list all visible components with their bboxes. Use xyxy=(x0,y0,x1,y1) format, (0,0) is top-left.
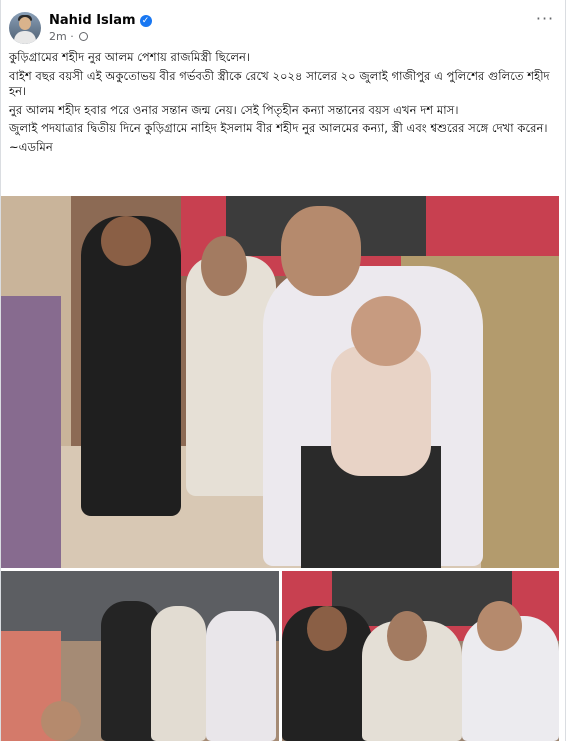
author-avatar[interactable] xyxy=(9,12,41,44)
post-header: Nahid Islam ✓ 2m · ··· xyxy=(9,11,557,46)
post-paragraph-1: কুড়িগ্রামের শহীদ নুর আলম পেশায় রাজমিস্… xyxy=(9,50,251,64)
author-name-row: Nahid Islam ✓ xyxy=(49,13,152,28)
post-timestamp[interactable]: 2m xyxy=(49,30,67,43)
post-photo-main[interactable] xyxy=(1,196,559,568)
post-paragraph-4: জুলাই পদযাত্রার দ্বিতীয় দিনে কুড়িগ্রাম… xyxy=(9,121,548,135)
photo-grid xyxy=(1,196,566,741)
globe-icon xyxy=(79,32,89,41)
post-signature: ~এডমিন xyxy=(9,139,53,154)
post-photo-3[interactable] xyxy=(282,571,559,741)
post-photo-2[interactable] xyxy=(1,571,279,741)
verified-badge-icon: ✓ xyxy=(139,15,152,27)
post-paragraph-3: নুর আলম শহীদ হবার পরে ওনার সন্তান জন্ম ন… xyxy=(9,102,459,117)
post-text: কুড়িগ্রামের শহীদ নুর আলম পেশায় রাজমিস্… xyxy=(9,50,553,158)
post-meta: 2m · xyxy=(49,30,89,43)
post-paragraph-2: বাইশ বছর বয়সী এই অকুতোভয় বীর গর্ভবতী স… xyxy=(9,68,550,99)
more-options-icon[interactable]: ··· xyxy=(535,11,555,28)
post-card: Nahid Islam ✓ 2m · ··· কুড়িগ্রামের শহীদ … xyxy=(0,0,566,741)
author-name[interactable]: Nahid Islam xyxy=(49,13,136,28)
